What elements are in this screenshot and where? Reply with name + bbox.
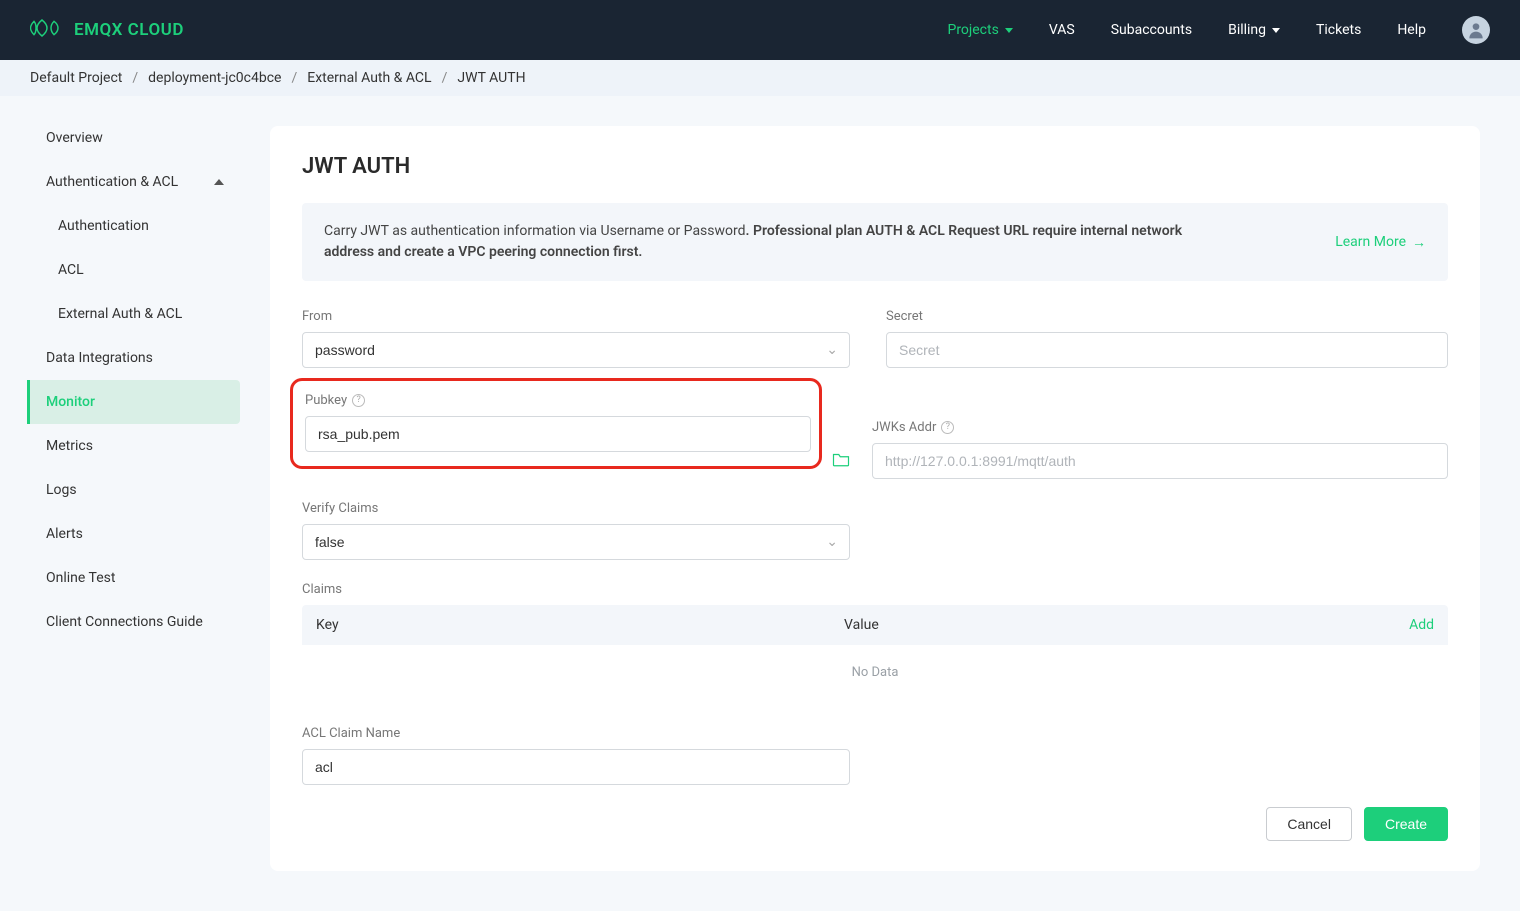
nav-subaccounts[interactable]: Subaccounts: [1111, 22, 1192, 38]
claims-add-link[interactable]: Add: [1409, 617, 1434, 633]
breadcrumb-jwt[interactable]: JWT AUTH: [457, 70, 525, 86]
learn-more-link[interactable]: Learn More→: [1335, 234, 1426, 251]
help-icon[interactable]: ?: [941, 421, 954, 434]
breadcrumb: Default Project / deployment-jc0c4bce / …: [0, 60, 1520, 96]
nav-billing[interactable]: Billing: [1228, 22, 1280, 38]
cancel-button[interactable]: Cancel: [1266, 807, 1352, 841]
sidebar-item-metrics[interactable]: Metrics: [30, 424, 240, 468]
logo-icon: [30, 18, 62, 42]
chevron-down-icon: [1005, 28, 1013, 33]
sidebar-item-data-integrations[interactable]: Data Integrations: [30, 336, 240, 380]
avatar[interactable]: [1462, 16, 1490, 44]
verify-label: Verify Claims: [302, 501, 864, 516]
top-nav: Projects VAS Subaccounts Billing Tickets…: [947, 16, 1490, 44]
secret-input[interactable]: [886, 332, 1448, 368]
pubkey-input[interactable]: [305, 416, 811, 452]
jwks-input[interactable]: [872, 443, 1448, 479]
nav-projects[interactable]: Projects: [947, 22, 1012, 38]
claims-table-header: Key Value Add: [302, 605, 1448, 645]
sidebar-item-logs[interactable]: Logs: [30, 468, 240, 512]
sidebar-item-auth[interactable]: Authentication & ACL: [30, 160, 240, 204]
sidebar-item-client-connections[interactable]: Client Connections Guide: [30, 600, 240, 644]
sidebar-item-overview[interactable]: Overview: [30, 116, 240, 160]
logo-text: EMQX CLOUD: [74, 20, 184, 40]
jwks-label: JWKs Addr ?: [872, 420, 1448, 435]
acl-claim-label: ACL Claim Name: [302, 726, 864, 741]
claims-col-value: Value: [844, 617, 1409, 633]
folder-icon[interactable]: [832, 451, 850, 479]
chevron-down-icon: ⌄: [826, 342, 838, 358]
sidebar-item-online-test[interactable]: Online Test: [30, 556, 240, 600]
sidebar-item-external[interactable]: External Auth & ACL: [30, 292, 240, 336]
page-title: JWT AUTH: [302, 154, 1448, 179]
sidebar-item-alerts[interactable]: Alerts: [30, 512, 240, 556]
acl-claim-input[interactable]: [302, 749, 850, 785]
nav-tickets[interactable]: Tickets: [1316, 22, 1361, 38]
claims-label: Claims: [302, 582, 1448, 597]
sidebar-item-authentication[interactable]: Authentication: [30, 204, 240, 248]
pubkey-label: Pubkey ?: [305, 393, 811, 408]
create-button[interactable]: Create: [1364, 807, 1448, 841]
chevron-down-icon: ⌄: [826, 534, 838, 550]
from-select[interactable]: [302, 332, 850, 368]
sidebar-item-monitor[interactable]: Monitor: [27, 380, 240, 424]
help-icon[interactable]: ?: [352, 394, 365, 407]
chevron-down-icon: [1272, 28, 1280, 33]
logo[interactable]: EMQX CLOUD: [30, 18, 184, 42]
content-card: JWT AUTH Carry JWT as authentication inf…: [270, 126, 1480, 871]
nav-vas[interactable]: VAS: [1049, 22, 1075, 38]
breadcrumb-extauth[interactable]: External Auth & ACL: [307, 70, 431, 86]
breadcrumb-project[interactable]: Default Project: [30, 70, 122, 86]
claims-no-data: No Data: [302, 645, 1448, 700]
arrow-right-icon: →: [1412, 234, 1426, 251]
notice-banner: Carry JWT as authentication information …: [302, 203, 1448, 281]
from-label: From: [302, 309, 864, 324]
verify-select[interactable]: [302, 524, 850, 560]
top-header: EMQX CLOUD Projects VAS Subaccounts Bill…: [0, 0, 1520, 60]
breadcrumb-deployment[interactable]: deployment-jc0c4bce: [148, 70, 281, 86]
pubkey-highlight: Pubkey ?: [290, 378, 822, 469]
chevron-up-icon: [214, 179, 224, 185]
claims-col-key: Key: [316, 617, 844, 633]
nav-help[interactable]: Help: [1397, 22, 1426, 38]
sidebar: Overview Authentication & ACL Authentica…: [0, 96, 240, 911]
notice-text: Carry JWT as authentication information …: [324, 221, 1206, 263]
secret-label: Secret: [886, 309, 1448, 324]
sidebar-item-acl[interactable]: ACL: [30, 248, 240, 292]
